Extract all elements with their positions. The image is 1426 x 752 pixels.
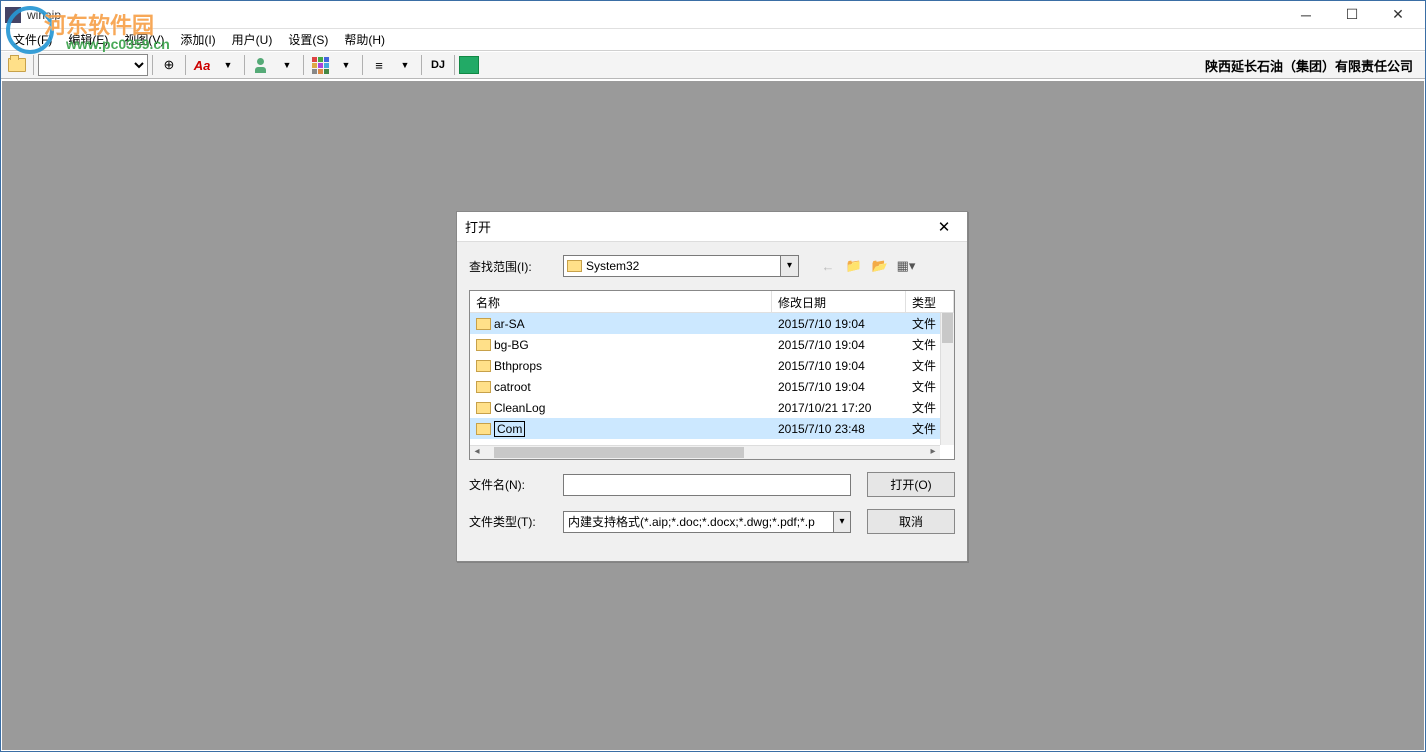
file-row[interactable]: ar-SA2015/7/10 19:04文件: [470, 313, 954, 334]
folder-open-icon: [8, 58, 26, 72]
separator: [303, 55, 304, 75]
file-list-header: 名称 修改日期 类型: [470, 291, 954, 313]
folder-icon: [476, 423, 491, 435]
header-date[interactable]: 修改日期: [772, 291, 906, 312]
menu-item[interactable]: 编辑(E): [60, 29, 116, 50]
menu-item[interactable]: 帮助(H): [336, 29, 393, 50]
cancel-button[interactable]: 取消: [867, 509, 955, 534]
dialog-title: 打开: [465, 217, 929, 236]
view-menu-button[interactable]: ▦▾: [897, 257, 915, 275]
filename-label: 文件名(N):: [469, 476, 555, 493]
file-list: 名称 修改日期 类型 ar-SA2015/7/10 19:04文件bg-BG20…: [469, 290, 955, 460]
vertical-scrollbar[interactable]: [940, 313, 954, 445]
scroll-right-arrow[interactable]: ▸: [926, 446, 940, 459]
dialog-body: 查找范围(I): System32 ▾ ← 📁 📂 ▦▾ 名称 修改日期: [457, 242, 967, 546]
zoom-button[interactable]: ⊕: [157, 53, 181, 77]
dropdown-icon[interactable]: ▼: [216, 53, 240, 77]
separator: [362, 55, 363, 75]
header-name[interactable]: 名称: [470, 291, 772, 312]
back-button[interactable]: ←: [819, 257, 837, 275]
dropdown-icon[interactable]: ▼: [275, 53, 299, 77]
toolbar: ⊕ Aa ▼ ▼ ▼ ≡ ▼ DJ 陕西延长石油（集团）有限责任公司: [1, 51, 1425, 79]
nav-icons: ← 📁 📂 ▦▾: [819, 257, 915, 275]
folder-icon: [476, 381, 491, 393]
menu-item[interactable]: 设置(S): [280, 29, 336, 50]
filetype-label: 文件类型(T):: [469, 513, 555, 530]
folder-icon: [476, 360, 491, 372]
color-grid-button[interactable]: [308, 53, 332, 77]
open-dialog: 打开 ✕ 查找范围(I): System32 ▾ ← 📁 📂 ▦▾: [456, 211, 968, 562]
look-in-row: 查找范围(I): System32 ▾ ← 📁 📂 ▦▾: [469, 252, 955, 280]
scrollbar-track[interactable]: [484, 446, 926, 459]
dropdown-icon[interactable]: ▼: [334, 53, 358, 77]
toolbar-combo[interactable]: [38, 54, 148, 76]
file-row[interactable]: bg-BG2015/7/10 19:04文件: [470, 334, 954, 355]
folder-icon: [476, 339, 491, 351]
menu-item[interactable]: 用户(U): [224, 29, 281, 50]
chevron-down-icon: ▾: [833, 512, 850, 532]
look-in-label: 查找范围(I):: [469, 258, 555, 275]
dialog-titlebar: 打开 ✕: [457, 212, 967, 242]
filetype-row: 文件类型(T): 内建支持格式(*.aip;*.doc;*.docx;*.dwg…: [469, 509, 955, 534]
separator: [33, 55, 34, 75]
menubar: 文件(F)编辑(E)视图(V)添加(I)用户(U)设置(S)帮助(H): [1, 29, 1425, 51]
person-icon: [257, 58, 266, 73]
line-weight-button[interactable]: ≡: [367, 53, 391, 77]
file-row[interactable]: Bthprops2015/7/10 19:04文件: [470, 355, 954, 376]
up-folder-button[interactable]: 📁: [845, 257, 863, 275]
file-row[interactable]: Com2015/7/10 23:48文件: [470, 418, 954, 439]
folder-icon: [476, 318, 491, 330]
file-row[interactable]: catroot2015/7/10 19:04文件: [470, 376, 954, 397]
minimize-button[interactable]: ─: [1283, 1, 1329, 29]
font-button[interactable]: Aa: [190, 53, 214, 77]
chevron-down-icon: ▾: [780, 256, 798, 276]
open-file-button[interactable]: [5, 53, 29, 77]
color-grid-icon: [312, 57, 329, 74]
window-controls: ─ ☐ ✕: [1283, 1, 1421, 29]
scroll-left-arrow[interactable]: ◂: [470, 446, 484, 459]
separator: [244, 55, 245, 75]
titlebar: winaip ─ ☐ ✕: [1, 1, 1425, 29]
filetype-combo[interactable]: 内建支持格式(*.aip;*.doc;*.docx;*.dwg;*.pdf;*.…: [563, 511, 851, 533]
app-icon: [5, 7, 21, 23]
new-folder-button[interactable]: 📂: [871, 257, 889, 275]
scrollbar-thumb[interactable]: [494, 447, 744, 458]
dropdown-icon[interactable]: ▼: [393, 53, 417, 77]
folder-icon: [476, 402, 491, 414]
open-button[interactable]: 打开(O): [867, 472, 955, 497]
horizontal-scrollbar[interactable]: ◂ ▸: [470, 445, 940, 459]
filename-row: 文件名(N): 打开(O): [469, 472, 955, 497]
app-title: winaip: [27, 8, 1283, 22]
dj-button[interactable]: DJ: [426, 53, 450, 77]
separator: [421, 55, 422, 75]
filename-input[interactable]: [563, 474, 851, 496]
maximize-button[interactable]: ☐: [1329, 1, 1375, 29]
look-in-combo[interactable]: System32 ▾: [563, 255, 799, 277]
menu-item[interactable]: 文件(F): [5, 29, 60, 50]
company-name: 陕西延长石油（集团）有限责任公司: [1205, 56, 1421, 75]
close-button[interactable]: ✕: [1375, 1, 1421, 29]
filetype-value: 内建支持格式(*.aip;*.doc;*.docx;*.dwg;*.pdf;*.…: [568, 513, 815, 530]
dialog-close-button[interactable]: ✕: [929, 212, 959, 242]
separator: [152, 55, 153, 75]
folder-icon: [567, 260, 582, 272]
person-button[interactable]: [249, 53, 273, 77]
file-row[interactable]: CleanLog2017/10/21 17:20文件: [470, 397, 954, 418]
menu-item[interactable]: 视图(V): [116, 29, 172, 50]
file-list-rows: ar-SA2015/7/10 19:04文件bg-BG2015/7/10 19:…: [470, 313, 954, 439]
header-type[interactable]: 类型: [906, 291, 954, 312]
separator: [454, 55, 455, 75]
separator: [185, 55, 186, 75]
look-in-value: System32: [586, 259, 639, 273]
green-button[interactable]: [459, 56, 479, 74]
main-window: winaip ─ ☐ ✕ 文件(F)编辑(E)视图(V)添加(I)用户(U)设置…: [0, 0, 1426, 752]
scrollbar-thumb[interactable]: [942, 313, 953, 343]
menu-item[interactable]: 添加(I): [172, 29, 223, 50]
